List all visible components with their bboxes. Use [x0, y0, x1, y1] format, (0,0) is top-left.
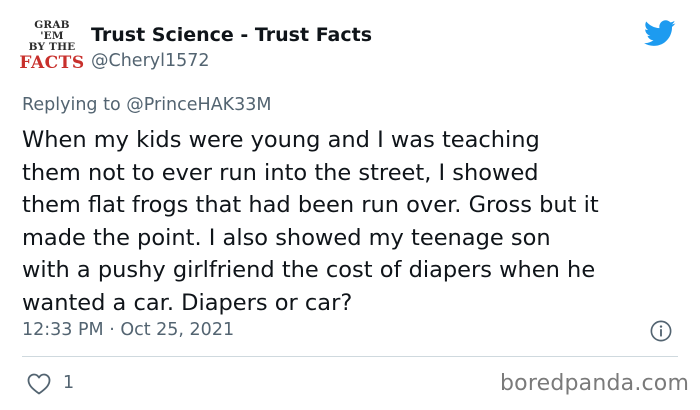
like-count: 1 [63, 373, 75, 393]
boredpanda-watermark: boredpanda.com [500, 371, 690, 396]
avatar[interactable]: GRAB 'EM BY THE FACTS [19, 16, 85, 76]
tweet-card: GRAB 'EM BY THE FACTS Trust Science - Tr… [0, 0, 700, 410]
tweet-text-line: them flat frogs that had been run over. … [22, 192, 599, 218]
avatar-line-2: BY THE [28, 41, 76, 54]
info-icon[interactable] [650, 320, 672, 342]
tweet-timestamp[interactable]: 12:33 PM · Oct 25, 2021 [22, 320, 234, 340]
user-handle[interactable]: @Cheryl1572 [91, 51, 210, 71]
display-name[interactable]: Trust Science - Trust Facts [91, 24, 372, 46]
replying-to: Replying to @PrinceHAK33M [22, 95, 272, 115]
tweet-text-line: made the point. I also showed my teenage… [22, 224, 551, 251]
replying-prefix: Replying to [22, 95, 121, 115]
tweet-text-line: When my kids were young and I was teachi… [22, 127, 540, 153]
avatar-line-3: FACTS [19, 52, 85, 73]
tweet-text-line: wanted a car. Diapers or car? [22, 289, 353, 316]
tweet-text-line: with a pushy girlfriend the cost of diap… [22, 257, 596, 283]
heart-icon[interactable] [27, 373, 51, 395]
tweet-text-line: them not to ever run into the street, I … [22, 159, 539, 186]
avatar-line-1: GRAB 'EM [34, 19, 70, 42]
reply-mention-link[interactable]: @PrinceHAK33M [126, 95, 271, 115]
divider [22, 356, 678, 357]
tweet-text: When my kids were young and I was teachi… [22, 124, 684, 319]
twitter-bird-icon[interactable] [644, 20, 676, 47]
